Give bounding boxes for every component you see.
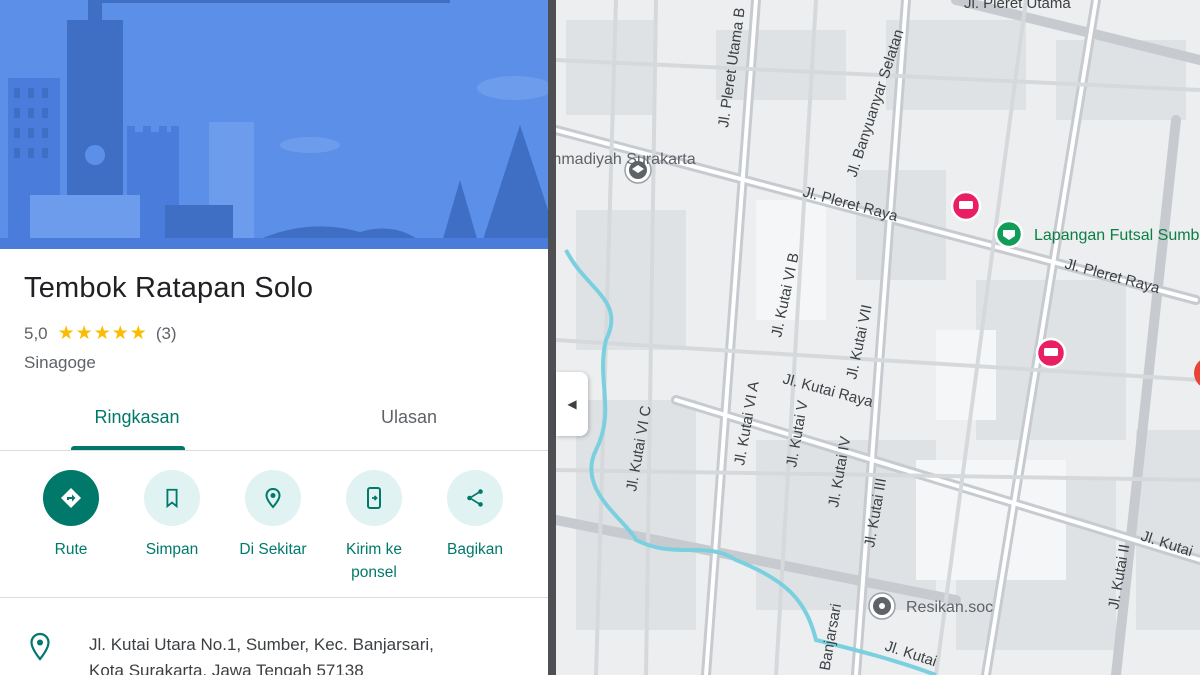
poi-label-school[interactable]: Muhammadiyah Surakarta bbox=[556, 151, 696, 168]
address-line-1: Jl. Kutai Utara No.1, Sumber, Kec. Banja… bbox=[89, 635, 434, 654]
place-hero-image[interactable] bbox=[0, 0, 548, 249]
chevron-left-icon: ◀ bbox=[567, 397, 577, 411]
directions-button[interactable]: Rute bbox=[21, 470, 121, 561]
address-text[interactable]: Jl. Kutai Utara No.1, Sumber, Kec. Banja… bbox=[89, 632, 529, 675]
share-icon bbox=[447, 470, 503, 526]
nearby-label: Di Sekitar bbox=[239, 541, 307, 558]
map-canvas[interactable]: Jl. Pleret Utama Jl. Pleret Utama B Jl. … bbox=[556, 0, 1200, 675]
save-label: Simpan bbox=[145, 541, 199, 558]
tab-divider bbox=[0, 450, 548, 451]
hotel-pin[interactable] bbox=[950, 190, 982, 222]
send-to-phone-label: Kirim ke ponsel bbox=[346, 541, 402, 581]
nearby-button[interactable]: Di Sekitar bbox=[223, 470, 323, 561]
address-line-2: Kota Surakarta, Jawa Tengah 57138 bbox=[89, 661, 364, 675]
share-label: Bagikan bbox=[446, 541, 503, 558]
tab-ringkasan[interactable]: Ringkasan bbox=[67, 407, 207, 428]
poi-label-futsal[interactable]: Lapangan Futsal Sumber bbox=[1034, 227, 1200, 244]
place-title: Tembok Ratapan Solo bbox=[24, 272, 314, 304]
rating-value: 5,0 bbox=[24, 323, 48, 343]
location-pin-icon bbox=[28, 632, 52, 667]
bookmark-icon bbox=[144, 470, 200, 526]
send-to-phone-button[interactable]: Kirim ke ponsel bbox=[324, 470, 424, 584]
save-button[interactable]: Simpan bbox=[122, 470, 222, 561]
city-illustration bbox=[0, 0, 548, 249]
rating-stars: ★★★★★ bbox=[57, 323, 148, 344]
send-to-phone-icon bbox=[346, 470, 402, 526]
rating-row[interactable]: 5,0 ★★★★★ (3) bbox=[24, 322, 177, 345]
tab-ulasan[interactable]: Ulasan bbox=[339, 407, 479, 428]
road-label: Jl. Pleret Utama bbox=[964, 0, 1071, 12]
poi-label-resikan[interactable]: Resikan.soc bbox=[906, 599, 993, 616]
section-divider bbox=[0, 597, 548, 598]
place-category[interactable]: Sinagoge bbox=[24, 353, 96, 373]
sports-pin[interactable] bbox=[994, 219, 1024, 249]
directions-icon bbox=[43, 470, 99, 526]
hotel-pin[interactable] bbox=[1035, 337, 1067, 369]
place-panel: Tembok Ratapan Solo 5,0 ★★★★★ (3) Sinago… bbox=[0, 0, 548, 675]
collapse-panel-button[interactable]: ◀ bbox=[556, 372, 588, 436]
share-button[interactable]: Bagikan bbox=[425, 470, 525, 561]
store-pin[interactable] bbox=[868, 592, 896, 620]
directions-label: Rute bbox=[54, 541, 88, 558]
nearby-icon bbox=[245, 470, 301, 526]
review-count[interactable]: (3) bbox=[156, 324, 177, 344]
map-svg: Jl. Pleret Utama Jl. Pleret Utama B Jl. … bbox=[556, 0, 1200, 675]
panel-divider bbox=[548, 0, 556, 675]
